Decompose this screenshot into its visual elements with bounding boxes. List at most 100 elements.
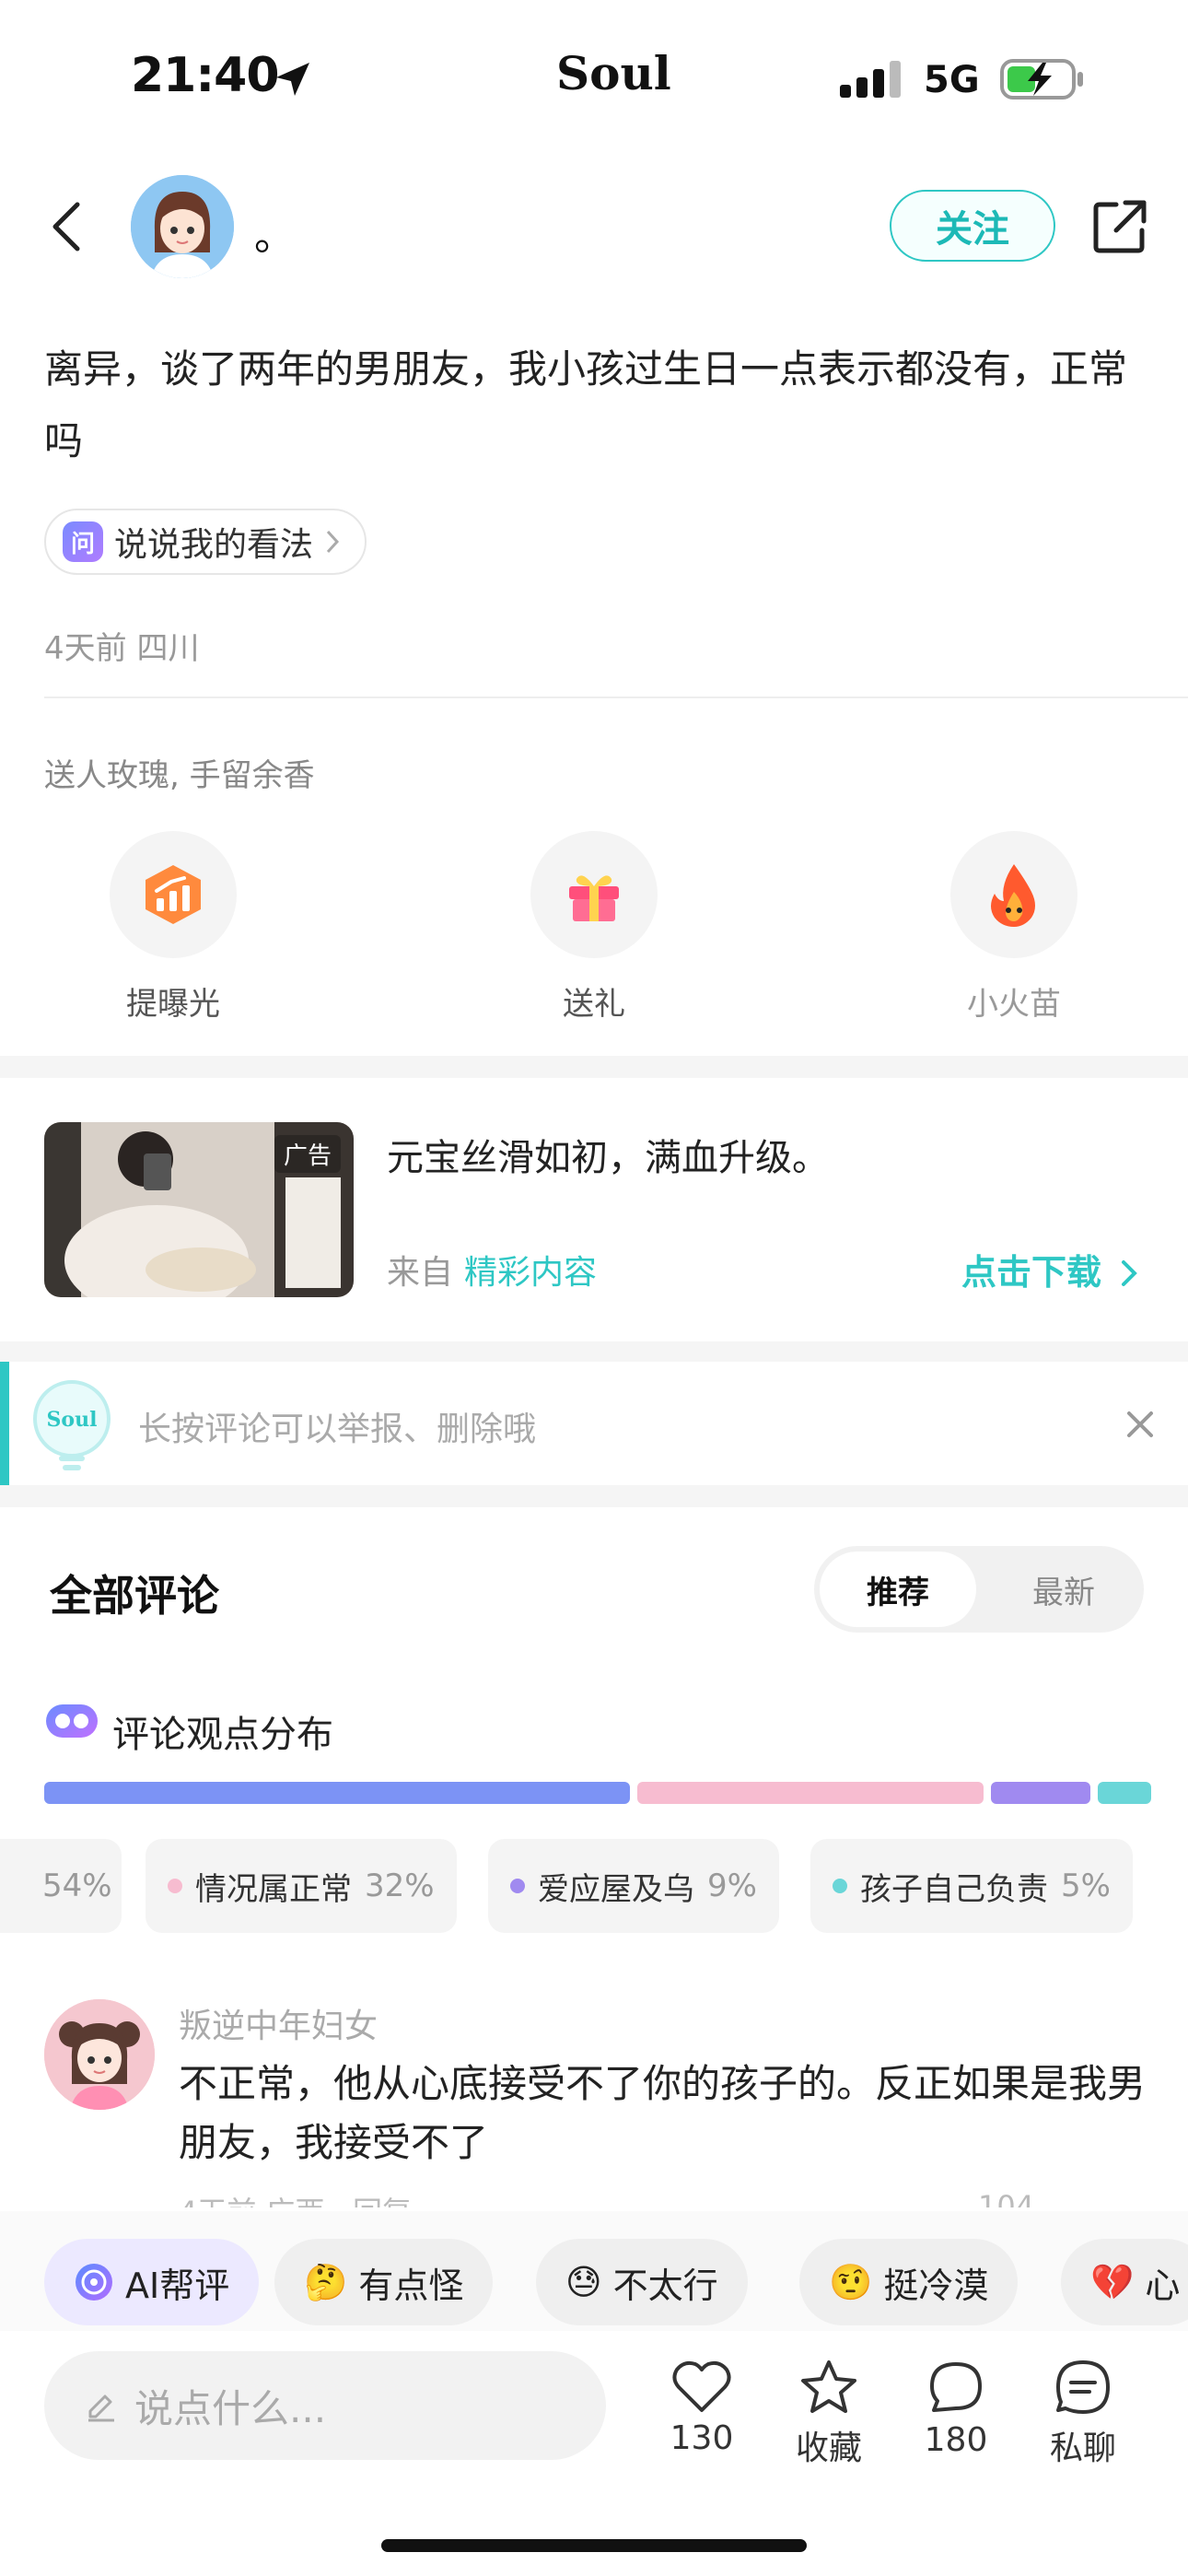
- post-text: 离异，谈了两年的男朋友，我小孩过生日一点表示都没有，正常吗: [44, 346, 1128, 463]
- close-icon[interactable]: [1125, 1410, 1155, 1439]
- gift-section-title: 送人玫瑰, 手留余香: [44, 757, 315, 794]
- comment-likes[interactable]: 104: [921, 2189, 1142, 2207]
- lightbulb-icon: Soul: [33, 1380, 111, 1470]
- share-opinion-label: 说说我的看法: [114, 526, 314, 564]
- gift-icon: [569, 875, 619, 921]
- ad-source-label: 来自: [387, 1254, 454, 1292]
- author-avatar[interactable]: [131, 175, 234, 278]
- tip-text: 长按评论可以举报、删除哦: [138, 1411, 537, 1448]
- ad-source-link[interactable]: 精彩内容: [464, 1254, 597, 1292]
- opinion-pill[interactable]: 54%: [0, 1839, 122, 1933]
- chart-up-icon: [146, 865, 201, 924]
- comment-input-placeholder: 说点什么...: [134, 2385, 327, 2431]
- quick-reply-chip[interactable]: 💔 心: [1061, 2239, 1188, 2325]
- broken-heart-icon: 💔: [1090, 2261, 1135, 2302]
- flame-icon: [991, 864, 1035, 927]
- tip-logo-text: Soul: [47, 1408, 98, 1432]
- chevron-right-icon: [1122, 1260, 1138, 1286]
- gift-boost-button[interactable]: 提曝光: [81, 831, 265, 1024]
- comment-button[interactable]: 180: [901, 2359, 1011, 2459]
- quick-reply-chip[interactable]: 😓 不太行: [536, 2239, 748, 2325]
- opinion-pill[interactable]: 情况属正常 32%: [146, 1839, 457, 1933]
- section-separator: [0, 1341, 1188, 1362]
- comment-meta: 4天前 广西 · 回复: [179, 2189, 412, 2207]
- gift-boost-label: 提曝光: [126, 986, 220, 1023]
- distribution-segment: [44, 1782, 630, 1804]
- ai-comment-button[interactable]: AI帮评: [44, 2239, 260, 2325]
- comment-text[interactable]: 不正常，他从心底接受不了你的孩子的。反正如果是我男朋友，我接受不了: [179, 2055, 1155, 2172]
- sort-latest-tab[interactable]: 最新: [995, 1551, 1133, 1627]
- ai-icon: [76, 2264, 112, 2301]
- section-separator: [0, 1056, 1188, 1078]
- section-separator: [0, 1485, 1188, 1507]
- network-type: 5G: [924, 59, 980, 101]
- question-icon: 问: [63, 521, 103, 562]
- gift-flame-button[interactable]: 小火苗: [922, 831, 1106, 1024]
- share-opinion-button[interactable]: 问 说说我的看法: [44, 509, 367, 575]
- distribution-segment: [991, 1782, 1090, 1804]
- private-chat-button[interactable]: 私聊: [1028, 2359, 1138, 2469]
- distribution-title: 评论观点分布: [112, 1714, 333, 1756]
- quick-reply-label: 不太行: [612, 2265, 718, 2306]
- status-app-name: Soul: [556, 46, 671, 100]
- opinion-pill-label: 孩子自己负责: [860, 1870, 1048, 1908]
- divider: [44, 697, 1188, 698]
- sort-recommended-tab[interactable]: 推荐: [820, 1551, 976, 1627]
- opinion-pill[interactable]: 爱应屋及乌 9%: [488, 1839, 779, 1933]
- home-indicator[interactable]: [381, 2539, 807, 2552]
- favorite-button[interactable]: 收藏: [774, 2359, 884, 2469]
- gift-send-button[interactable]: 送礼: [502, 831, 686, 1024]
- chat-icon: [1056, 2360, 1110, 2414]
- ad-tag[interactable]: 广告: [274, 1135, 341, 1173]
- quick-reply-chip[interactable]: 🤔 有点怪: [274, 2239, 494, 2325]
- back-icon[interactable]: [46, 199, 87, 254]
- location-arrow-icon: [276, 63, 309, 96]
- opinion-pill-label: 爱应屋及乌: [538, 1870, 694, 1908]
- opinion-pill-label: 情况属正常: [195, 1870, 352, 1908]
- ad-image[interactable]: 广告: [44, 1122, 354, 1297]
- chat-bubbles-icon: [46, 1704, 98, 1738]
- author-name[interactable]: 。: [254, 203, 295, 262]
- status-time: 21:40: [131, 48, 280, 103]
- opinion-dot: [833, 1879, 847, 1893]
- battery-charging-icon: [1000, 59, 1083, 100]
- like-button[interactable]: 130: [646, 2359, 757, 2457]
- commenter-name[interactable]: 叛逆中年妇女: [179, 1999, 378, 2047]
- opinion-pill-percent: 54%: [42, 1868, 112, 1904]
- raised-eyebrow-face-icon: 🤨: [829, 2261, 873, 2302]
- comment-bubble-icon: [930, 2362, 982, 2412]
- commenter-avatar[interactable]: [44, 1999, 155, 2110]
- distribution-segment: [637, 1782, 984, 1804]
- ad-title[interactable]: 元宝丝滑如初，满血升级。: [387, 1128, 829, 1181]
- opinion-pill-percent: 32%: [365, 1868, 435, 1904]
- distribution-segment: [1098, 1782, 1151, 1804]
- opinion-pill-percent: 5%: [1061, 1868, 1111, 1904]
- sweat-face-icon: 😓: [565, 2262, 602, 2302]
- private-chat-label: 私聊: [1049, 2430, 1116, 2467]
- opinion-dot: [168, 1879, 182, 1893]
- signal-icon: [840, 61, 901, 98]
- heart-icon: [672, 2360, 731, 2412]
- ad-download-label: 点击下载: [961, 1252, 1102, 1293]
- quick-reply-chip[interactable]: 🤨 挺冷漠: [799, 2239, 1019, 2325]
- thinking-face-icon: 🤔: [304, 2261, 348, 2302]
- post-meta: 4天前 四川: [44, 630, 200, 667]
- quick-reply-label: 心: [1145, 2265, 1181, 2306]
- gift-send-label: 送礼: [563, 986, 625, 1023]
- comment-input[interactable]: 说点什么...: [44, 2351, 606, 2460]
- comment-like-count: 104: [978, 2189, 1035, 2207]
- ad-download-button[interactable]: 点击下载: [961, 1244, 1139, 1294]
- quick-reply-label: 有点怪: [358, 2265, 464, 2306]
- share-icon[interactable]: [1090, 197, 1149, 256]
- chevron-right-icon: [326, 530, 340, 554]
- comments-title: 全部评论: [50, 1571, 219, 1621]
- star-icon: [801, 2360, 856, 2413]
- pencil-icon: [88, 2395, 114, 2422]
- opinion-pill-percent: 9%: [707, 1868, 757, 1904]
- follow-button[interactable]: 关注: [890, 190, 1055, 262]
- comment-count: 180: [924, 2421, 988, 2459]
- like-count: 130: [670, 2419, 734, 2457]
- opinion-pill[interactable]: 孩子自己负责 5%: [810, 1839, 1133, 1933]
- opinion-dot: [510, 1879, 525, 1893]
- ad-source: 来自 精彩内容: [387, 1246, 597, 1294]
